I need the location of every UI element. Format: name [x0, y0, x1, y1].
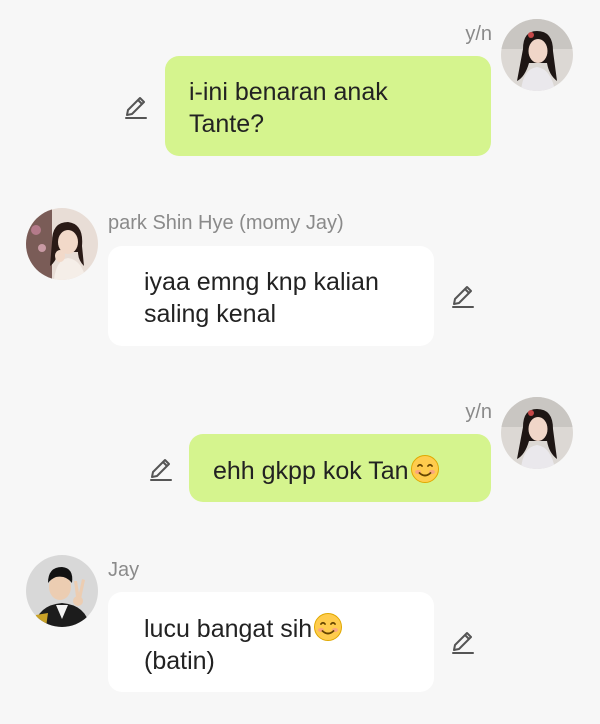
- avatar[interactable]: [501, 19, 573, 91]
- pencil-icon: [450, 629, 476, 655]
- message-line: iyaa emng knp kalian: [144, 268, 379, 296]
- message-line: ehh gkpp kok Tan: [213, 454, 467, 487]
- edit-icon[interactable]: [450, 283, 476, 309]
- sender-name: Jay: [108, 559, 140, 581]
- edit-icon[interactable]: [148, 456, 174, 482]
- pencil-icon: [123, 94, 149, 120]
- edit-icon[interactable]: [450, 629, 476, 655]
- sender-name: park Shin Hye (momy Jay): [108, 212, 344, 234]
- avatar[interactable]: [26, 208, 98, 280]
- message-bubble[interactable]: iyaa emng knp kalian saling kenal: [108, 246, 434, 346]
- message-text: ehh gkpp kok Tan: [213, 457, 409, 485]
- message-line: i-ini benaran anak: [189, 78, 388, 106]
- pencil-icon: [450, 283, 476, 309]
- edit-icon[interactable]: [123, 94, 149, 120]
- smiling-face-emoji: [313, 612, 343, 642]
- smiling-face-emoji: [410, 454, 440, 484]
- girl-dark-hair-avatar: [501, 397, 573, 469]
- message-line: (batin): [144, 647, 215, 675]
- woman-avatar: [26, 208, 98, 280]
- message-bubble[interactable]: i-ini benaran anak Tante?: [165, 56, 491, 156]
- pencil-icon: [148, 456, 174, 482]
- message-line: saling kenal: [144, 300, 277, 328]
- message-text: lucu bangat sih: [144, 615, 313, 643]
- sender-name: y/n: [465, 401, 492, 423]
- sender-name: y/n: [465, 23, 492, 45]
- message-line: lucu bangat sih: [132, 612, 410, 645]
- avatar[interactable]: [501, 397, 573, 469]
- avatar[interactable]: [26, 555, 98, 627]
- girl-dark-hair-avatar: [501, 19, 573, 91]
- message-line: Tante?: [189, 110, 265, 138]
- boy-peace-sign-avatar: [26, 555, 98, 627]
- message-bubble[interactable]: lucu bangat sih (batin): [108, 592, 434, 692]
- message-bubble[interactable]: ehh gkpp kok Tan: [189, 434, 491, 502]
